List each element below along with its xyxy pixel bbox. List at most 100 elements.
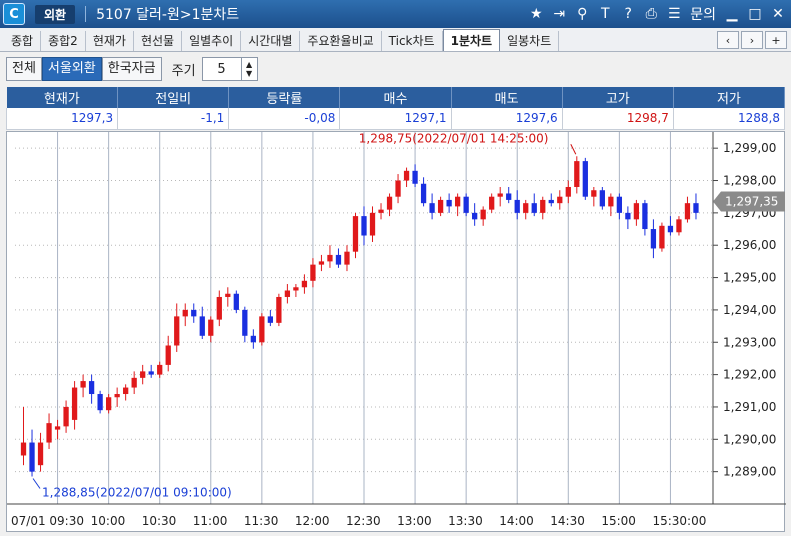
tab-next-icon[interactable]: › <box>741 31 763 49</box>
high-marker <box>570 144 577 155</box>
y-tick-label: 1,290,00 <box>723 432 776 446</box>
window-title: 5107 달러-원>1분차트 <box>96 7 240 23</box>
export-icon[interactable]: ⇥ <box>552 6 566 22</box>
header-high: 고가 <box>562 87 674 108</box>
tab-add-icon[interactable]: + <box>765 31 787 49</box>
title-separator <box>85 6 87 22</box>
candle-body <box>480 209 486 220</box>
candle-body <box>412 170 418 184</box>
candle-body <box>97 394 103 411</box>
candle-body <box>386 196 393 210</box>
candle-body <box>497 193 503 197</box>
x-tick-label: 15:00 <box>601 514 636 528</box>
candlestick-chart[interactable]: 1,289,00 1,290,00 1,291,00 1,292,00 1,293,00… <box>6 131 786 533</box>
y-tick-label: 1,296,00 <box>723 238 776 252</box>
tab-daily-trend[interactable]: 일별추이 <box>182 31 242 51</box>
tab-1min-chart[interactable]: 1분차트 <box>442 29 501 51</box>
tab-summary[interactable]: 종합 <box>4 31 42 51</box>
y-tick-label: 1,293,00 <box>723 335 776 349</box>
tab-prev-icon[interactable]: ‹ <box>717 31 739 49</box>
header-low: 저가 <box>673 87 786 108</box>
tab-tick-chart[interactable]: Tick차트 <box>382 31 443 51</box>
value-bid: 1297,1 <box>339 108 452 130</box>
candle-body <box>63 406 69 427</box>
tab-by-time[interactable]: 시간대별 <box>241 31 301 51</box>
y-tick-label: 1,291,00 <box>723 400 776 414</box>
stepper-arrows[interactable]: ▲ ▼ <box>240 58 257 80</box>
candle-body <box>574 161 580 187</box>
candle-body <box>123 387 129 395</box>
quote-table: 현재가 전일비 등락률 매수 매도 고가 저가 1297,3 -1,1 -0,0… <box>5 87 786 130</box>
print-icon[interactable]: ⎙ <box>644 6 658 22</box>
candle-body <box>446 199 452 207</box>
candle-body <box>625 212 631 220</box>
candle-body <box>114 394 120 398</box>
x-tick-label: 14:30 <box>550 514 585 528</box>
x-tick-label: 10:30 <box>142 514 177 528</box>
candle-body <box>420 183 427 204</box>
candle-body <box>37 442 44 466</box>
x-tick-label: 12:00 <box>295 514 330 528</box>
header-change-rate: 등락률 <box>228 87 341 108</box>
low-marker <box>32 478 41 489</box>
tab-fx-compare[interactable]: 주요환율비교 <box>300 31 382 51</box>
tab-spot-futures[interactable]: 현선물 <box>134 31 183 51</box>
candle-body <box>284 290 291 297</box>
candle-body <box>182 309 188 317</box>
candle-body <box>633 203 640 220</box>
list-icon[interactable]: ☰ <box>667 6 681 22</box>
candle-body <box>29 442 35 472</box>
candle-body <box>565 186 571 197</box>
low-annotation: 1,288,85(2022/07/01 09:10:00) <box>42 486 232 500</box>
candle-body <box>378 209 384 213</box>
candle-body <box>191 309 197 317</box>
text-icon[interactable]: T <box>598 6 612 22</box>
stepper-down-icon[interactable]: ▼ <box>246 69 252 78</box>
tab-summary2[interactable]: 종합2 <box>41 31 86 51</box>
value-change: -1,1 <box>117 108 230 130</box>
candle-body <box>548 199 554 204</box>
candle-body <box>395 180 401 197</box>
candle-body <box>157 364 163 375</box>
candle-body <box>514 199 520 213</box>
tab-nav: ‹ › + <box>717 31 787 49</box>
value-current: 1297,3 <box>5 108 119 130</box>
y-tick-label: 1,298,00 <box>723 174 776 188</box>
candle-body <box>327 254 333 262</box>
candle-body <box>616 196 623 213</box>
candle-body <box>642 203 648 230</box>
segment-all[interactable]: 전체 <box>6 57 42 81</box>
segment-korea-money[interactable]: 한국자금 <box>101 57 162 81</box>
value-low: 1288,8 <box>672 108 786 130</box>
star-icon[interactable]: ★ <box>529 6 543 22</box>
candle-body <box>71 387 78 420</box>
chart-svg[interactable]: 1,289,00 1,290,00 1,291,00 1,292,00 1,293,00… <box>7 131 786 533</box>
period-stepper[interactable]: 5 ▲ ▼ <box>201 57 258 81</box>
link-icon[interactable]: ⚲ <box>575 6 589 22</box>
inquiry-button[interactable]: 문의 <box>690 4 716 24</box>
segment-seoul-fx[interactable]: 서울외환 <box>41 57 102 81</box>
close-icon[interactable]: ✕ <box>771 6 785 22</box>
period-value[interactable]: 5 <box>203 62 241 77</box>
tab-daily-chart[interactable]: 일봉차트 <box>500 31 560 51</box>
help-icon[interactable]: ? <box>621 6 635 22</box>
maximize-icon[interactable]: □ <box>748 6 762 22</box>
candle-body <box>318 261 325 265</box>
minimize-icon[interactable]: ▁ <box>725 6 739 22</box>
candle-body <box>140 371 146 378</box>
candle-body <box>582 161 588 197</box>
candle-body <box>403 170 410 181</box>
candle-body <box>540 199 546 213</box>
candle-body <box>131 377 137 388</box>
tab-current-price[interactable]: 현재가 <box>86 31 134 51</box>
y-tick-label: 1,295,00 <box>723 271 776 285</box>
high-annotation: 1,298,75(2022/07/01 14:25:00) <box>359 132 549 145</box>
x-tick-label: 10:00 <box>91 514 126 528</box>
current-price-label: 1,297,35 <box>725 195 778 209</box>
candle-body <box>208 319 214 336</box>
header-current: 현재가 <box>6 87 119 108</box>
value-high: 1298,7 <box>561 108 674 130</box>
header-ask: 매도 <box>451 87 563 108</box>
stepper-up-icon[interactable]: ▲ <box>246 60 252 69</box>
candle-body <box>608 196 614 207</box>
